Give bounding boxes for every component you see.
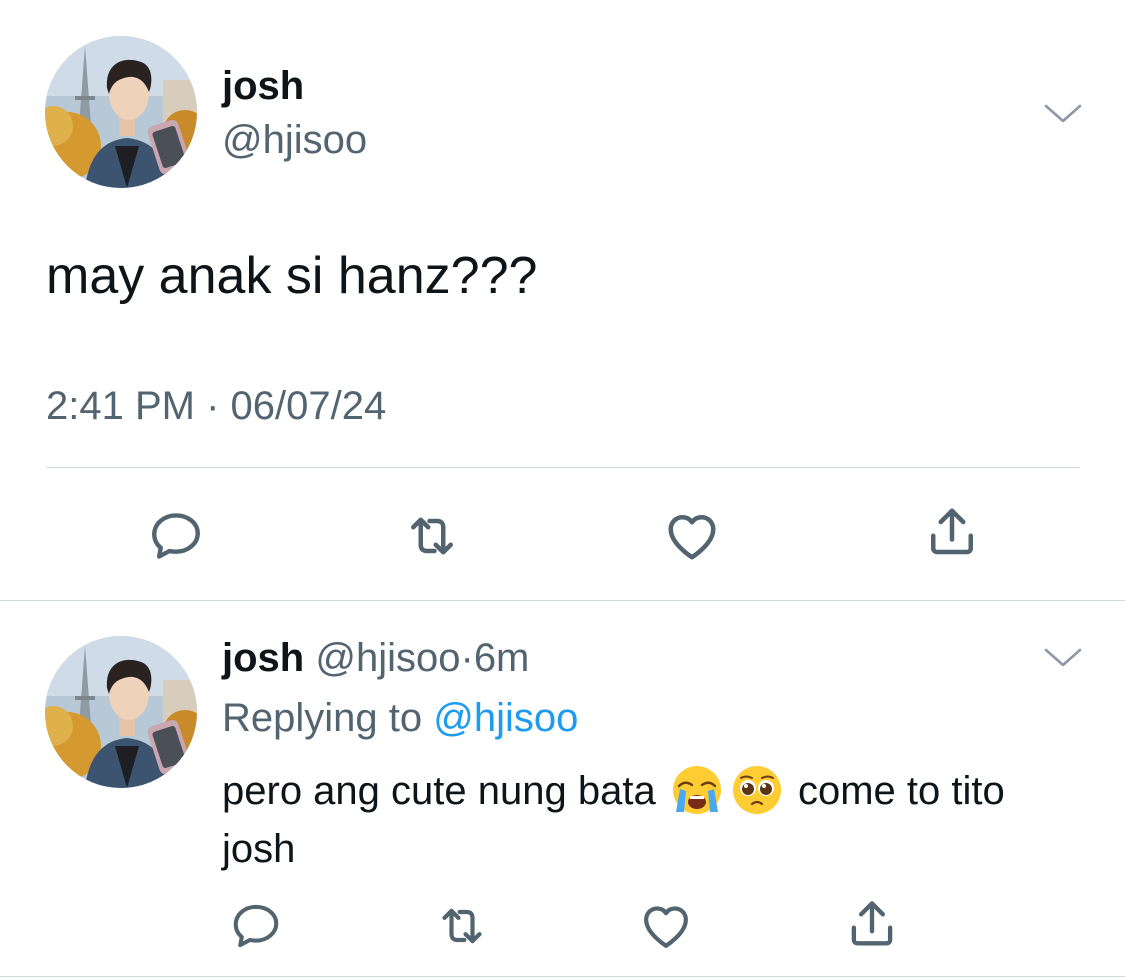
- mention-link[interactable]: @hjisoo: [433, 696, 578, 740]
- reply-avatar[interactable]: [45, 636, 197, 788]
- tweet-separator: [0, 976, 1125, 977]
- reply-icon: [229, 899, 283, 953]
- reply-button[interactable]: [226, 896, 286, 956]
- reply-text: pero ang cute nung bata come to tito jos…: [222, 762, 1072, 878]
- replying-to-label: Replying to: [222, 696, 423, 740]
- display-name[interactable]: josh: [222, 62, 304, 110]
- like-icon: [638, 898, 694, 954]
- profile-photo-icon: [45, 636, 197, 788]
- tweet-date: 06/07/24: [230, 384, 387, 428]
- like-button[interactable]: [662, 506, 722, 566]
- share-icon: [922, 501, 982, 563]
- reply-age[interactable]: 6m: [474, 636, 530, 680]
- loudly-crying-face-icon: [671, 764, 723, 816]
- reply-separator: ·: [460, 636, 474, 680]
- reply-icon: [147, 507, 205, 565]
- share-button[interactable]: [842, 894, 902, 954]
- avatar[interactable]: [45, 36, 197, 188]
- profile-photo-icon: [45, 36, 197, 188]
- tweet-separator: [0, 600, 1125, 601]
- tweet-timestamp[interactable]: 2:41 PM · 06/07/24: [46, 382, 386, 430]
- meta-separator: ·: [206, 384, 220, 428]
- chevron-down-icon[interactable]: [1043, 102, 1083, 126]
- chevron-down-icon[interactable]: [1043, 646, 1083, 670]
- reply-handle[interactable]: @hjisoo: [315, 636, 460, 680]
- share-button[interactable]: [922, 502, 982, 562]
- like-icon: [662, 506, 722, 566]
- reply-button[interactable]: [146, 506, 206, 566]
- reply-text-part1: pero ang cute nung bata: [222, 769, 656, 813]
- like-button[interactable]: [636, 896, 696, 956]
- pleading-face-icon: [731, 764, 783, 816]
- share-icon: [843, 895, 901, 953]
- user-handle[interactable]: @hjisoo: [222, 116, 367, 164]
- divider: [46, 467, 1080, 468]
- reply-display-name[interactable]: josh: [222, 636, 304, 680]
- retweet-button[interactable]: [402, 506, 462, 566]
- reply-header: josh @hjisoo·6m: [222, 632, 529, 684]
- tweet-text: may anak si hanz???: [46, 247, 538, 305]
- replying-to: Replying to @hjisoo: [222, 692, 578, 744]
- retweet-icon: [402, 506, 462, 566]
- retweet-button[interactable]: [432, 896, 492, 956]
- retweet-icon: [434, 898, 490, 954]
- tweet-time: 2:41 PM: [46, 384, 195, 428]
